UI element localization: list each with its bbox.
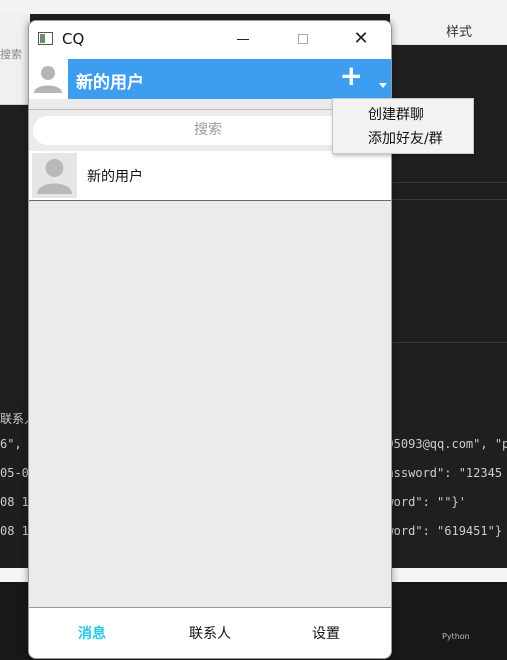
background-window-top <box>0 0 507 14</box>
app-icon <box>38 32 53 45</box>
bottom-nav: 消息 联系人 设置 <box>29 607 391 658</box>
background-search-label: 搜索 <box>0 48 22 61</box>
background-left-editor <box>0 404 28 568</box>
tab-contacts[interactable]: 联系人 <box>189 623 231 643</box>
tab-messages[interactable]: 消息 <box>78 623 106 643</box>
maximize-icon <box>298 34 308 44</box>
background-code-line: 08 1 <box>0 524 29 538</box>
search-placeholder: 搜索 <box>194 122 222 138</box>
chevron-down-icon[interactable] <box>379 83 387 88</box>
user-header-bar: 新的用户 + <box>68 59 391 99</box>
background-code-line: 05-0 <box>0 466 29 480</box>
background-style-tab[interactable]: 样式 <box>446 21 472 40</box>
chat-name: 新的用户 <box>87 169 143 185</box>
minimize-icon <box>237 38 249 40</box>
background-code-line: 6", <box>0 437 22 451</box>
search-input[interactable]: 搜索 <box>33 116 383 145</box>
background-code-line: 08 1 <box>0 495 29 509</box>
background-divider <box>390 182 507 183</box>
title-bar[interactable]: CQ ✕ <box>29 21 391 57</box>
menu-item-add-friend[interactable]: 添加好友/群 <box>368 128 443 148</box>
user-header: 新的用户 + <box>29 57 391 99</box>
window-title: CQ <box>62 30 85 48</box>
minimize-button[interactable] <box>219 21 267 57</box>
chat-list-item[interactable]: 新的用户 <box>29 151 391 201</box>
background-python-label[interactable]: Python <box>442 632 470 641</box>
tab-settings[interactable]: 设置 <box>312 623 340 643</box>
chat-avatar <box>32 153 77 198</box>
background-left-panel: 搜索 <box>0 14 30 105</box>
menu-item-create-group[interactable]: 创建群聊 <box>368 104 424 124</box>
background-divider <box>390 199 507 200</box>
background-code-line: 0695093@qq.com", "p <box>372 437 507 451</box>
current-username: 新的用户 <box>76 73 144 93</box>
add-menu: 创建群聊 添加好友/群 <box>332 98 474 154</box>
user-avatar[interactable] <box>31 61 65 95</box>
close-icon: ✕ <box>353 28 369 49</box>
background-divider <box>390 342 507 343</box>
close-button[interactable]: ✕ <box>337 21 385 57</box>
add-button[interactable]: + <box>340 62 363 90</box>
maximize-button[interactable] <box>279 21 327 57</box>
